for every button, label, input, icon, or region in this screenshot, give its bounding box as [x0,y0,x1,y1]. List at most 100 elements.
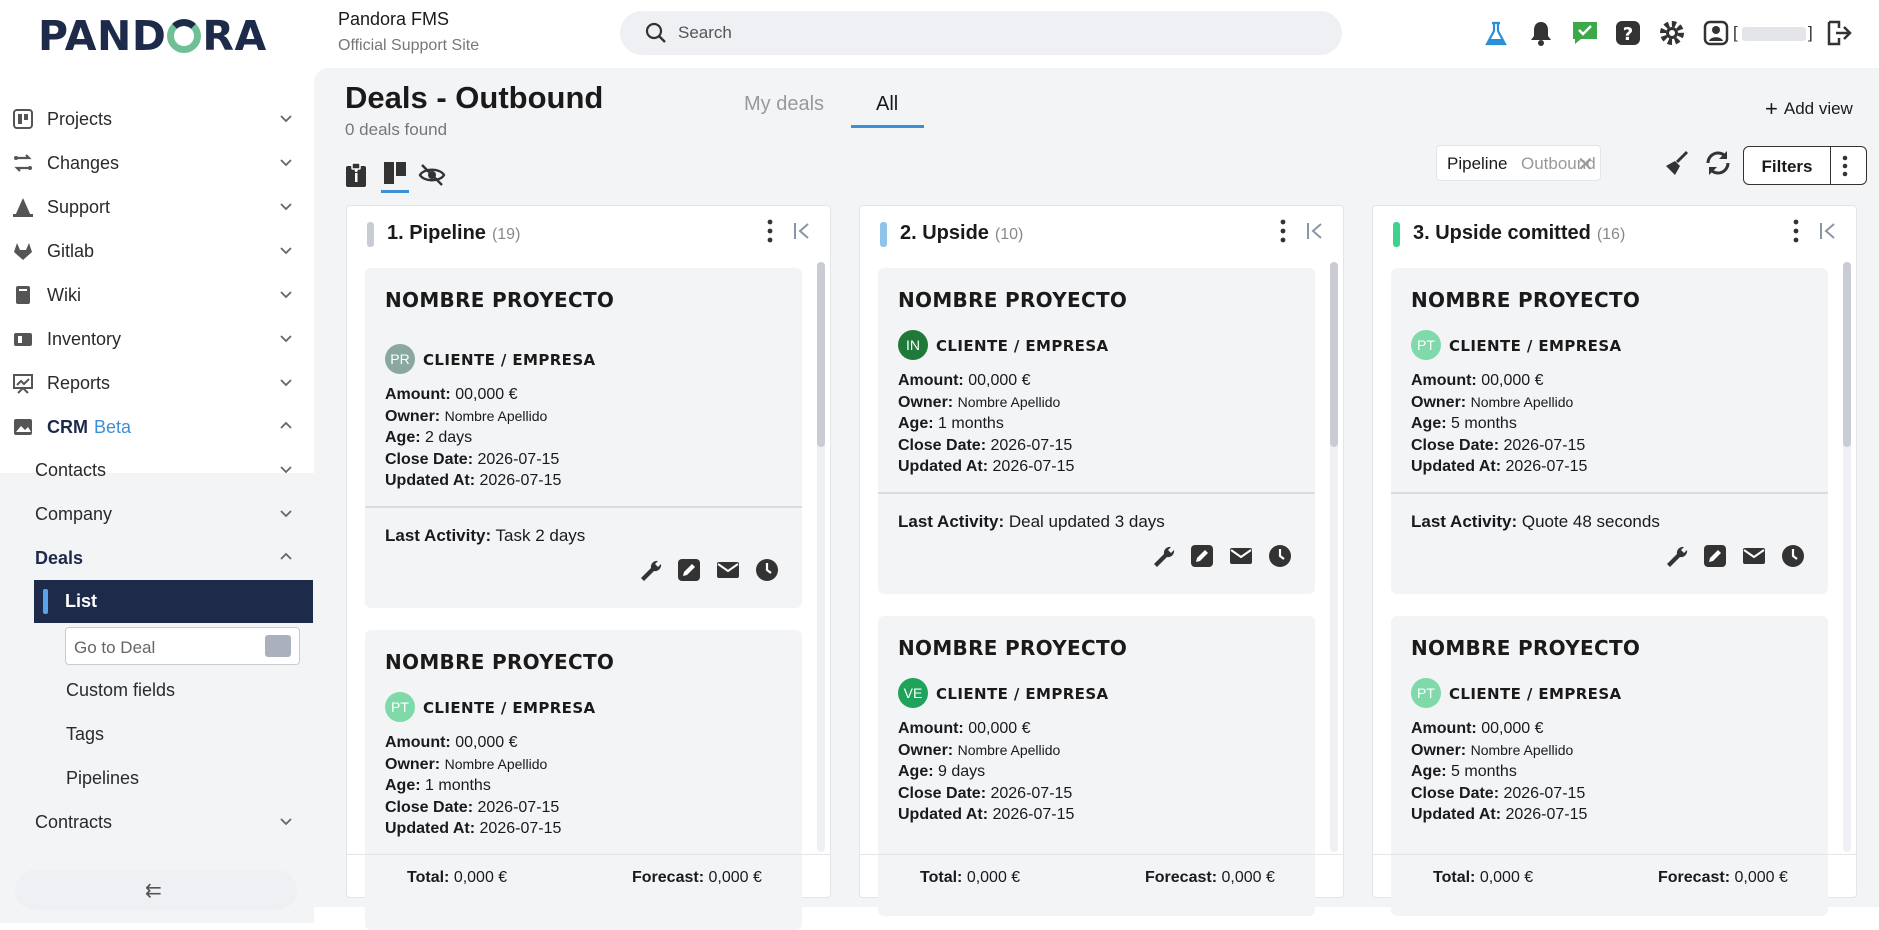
filter-chip-pipeline[interactable]: Pipeline Outbound ✕ [1436,145,1601,181]
mail-icon[interactable] [1229,544,1253,568]
column-scrollbar[interactable] [1330,262,1338,852]
deal-name[interactable]: NOMBRE PROYECTO [1411,288,1640,312]
edit-icon[interactable] [677,558,701,582]
updated-value: 2026-07-15 [1505,806,1588,823]
scrollbar-thumb[interactable] [817,262,825,447]
sidebar-item-wiki[interactable]: Wiki [0,274,314,318]
close-icon[interactable]: ✕ [1577,152,1594,177]
deal-name[interactable]: NOMBRE PROYECTO [385,650,614,674]
client-name[interactable]: CLIENTE / EMPRESA [423,699,596,717]
tab-all[interactable]: All [876,93,898,116]
scrollbar-thumb[interactable] [1843,262,1851,447]
deal-name[interactable]: NOMBRE PROYECTO [385,288,614,312]
sidebar-item-pipelines[interactable]: Pipelines [0,757,314,801]
sidebar-item-reports[interactable]: Reports [0,362,314,406]
client-name[interactable]: CLIENTE / EMPRESA [936,337,1109,355]
edit-icon[interactable] [1190,544,1214,568]
avatar: IN [898,330,928,360]
mail-icon[interactable] [1742,544,1766,568]
go-icon[interactable] [265,635,291,657]
bell-icon[interactable] [1527,19,1555,47]
filters-button[interactable]: Filters [1743,146,1867,185]
mail-icon[interactable] [716,558,740,582]
amount-label: Amount: [898,720,964,737]
deal-updated-row: Updated At: 2026-07-15 [1411,806,1587,824]
chevron-down-icon [280,203,292,211]
client-name[interactable]: CLIENTE / EMPRESA [1449,337,1622,355]
add-view-button[interactable]: + Add view [1765,96,1853,122]
sidebar-item-contracts[interactable]: Contracts [0,801,314,845]
search-input[interactable]: Search [678,23,732,43]
chat-icon[interactable] [1571,19,1599,47]
user-name-redacted[interactable] [1742,27,1806,41]
total-value: 0,000 € [1479,869,1534,886]
column-scrollbar[interactable] [817,262,825,852]
sidebar-item-support[interactable]: Support [0,186,314,230]
sidebar-item-projects[interactable]: Projects [0,98,314,142]
info-board-icon[interactable] [344,162,368,188]
client-name[interactable]: CLIENTE / EMPRESA [1449,685,1622,703]
collapse-column-icon[interactable] [1818,221,1838,241]
deal-card[interactable]: NOMBRE PROYECTO PR CLIENTE / EMPRESA Amount… [365,268,802,608]
go-to-deal-input[interactable]: Go to Deal [65,627,300,665]
forecast-value: 0,000 € [708,869,762,886]
age-value: 5 months [1451,763,1517,780]
column-title: 1. Pipeline (19) [387,222,520,245]
clock-icon[interactable] [1781,544,1805,568]
sidebar-item-custom-fields[interactable]: Custom fields [0,669,314,713]
sidebar-item-changes[interactable]: Changes [0,142,314,186]
chevron-down-icon [280,466,292,474]
deal-card[interactable]: NOMBRE PROYECTO IN CLIENTE / EMPRESA Amount… [878,268,1315,594]
close-value: 2026-07-15 [1503,784,1586,802]
collapse-column-icon[interactable] [1305,221,1325,241]
age-label: Age: [385,429,421,446]
column-scrollbar[interactable] [1843,262,1851,852]
hidden-view-icon[interactable] [418,162,446,188]
column-menu-icon[interactable] [767,219,773,243]
close-value: 2026-07-15 [990,436,1073,454]
pandora-logo[interactable]: PAND RA [38,12,267,60]
help-icon[interactable]: ? [1614,19,1642,47]
clock-icon[interactable] [1268,544,1292,568]
total-label: Total: [407,869,450,886]
column-menu-icon[interactable] [1280,219,1286,243]
sidebar-item-company[interactable]: Company [0,493,314,537]
sidebar-item-crm[interactable]: CRM Beta [0,406,314,450]
edit-icon[interactable] [1703,544,1727,568]
deal-name[interactable]: NOMBRE PROYECTO [898,288,1127,312]
logout-icon[interactable] [1825,19,1853,47]
client-name[interactable]: CLIENTE / EMPRESA [423,351,596,369]
deal-name[interactable]: NOMBRE PROYECTO [1411,636,1640,660]
deal-amount-row: Amount: 00,000 € [385,734,518,752]
column-menu-icon[interactable] [1793,219,1799,243]
sidebar-item-label: Company [35,504,113,524]
collapse-column-icon[interactable] [792,221,812,241]
broom-icon[interactable] [1663,150,1691,178]
flask-icon[interactable] [1482,20,1510,48]
sidebar-item-deals[interactable]: Deals [0,537,314,581]
sidebar-item-inventory[interactable]: Inventory [0,318,314,362]
avatar: VE [898,678,928,708]
chevron-up-icon [280,552,292,560]
more-options-icon[interactable] [1842,155,1848,177]
kanban-view-icon[interactable] [382,160,408,186]
deal-card[interactable]: NOMBRE PROYECTO PT CLIENTE / EMPRESA Amount… [1391,268,1828,594]
client-name[interactable]: CLIENTE / EMPRESA [936,685,1109,703]
wrench-icon[interactable] [638,558,662,582]
deal-name[interactable]: NOMBRE PROYECTO [898,636,1127,660]
tab-my-deals[interactable]: My deals [744,93,824,116]
avatar: PR [385,344,415,374]
user-icon[interactable] [1702,19,1730,47]
sidebar-item-tags[interactable]: Tags [0,713,314,757]
scrollbar-thumb[interactable] [1330,262,1338,447]
collapse-sidebar-button[interactable]: ⇇ [15,870,297,910]
wrench-icon[interactable] [1151,544,1175,568]
clock-icon[interactable] [755,558,779,582]
sidebar-item-contacts[interactable]: Contacts [0,449,314,493]
search-bar[interactable]: Search [620,11,1342,55]
wrench-icon[interactable] [1664,544,1688,568]
gear-icon[interactable] [1658,19,1686,47]
sidebar-item-gitlab[interactable]: Gitlab [0,230,314,274]
sidebar-item-list[interactable]: List [34,580,313,623]
refresh-icon[interactable] [1703,148,1733,178]
